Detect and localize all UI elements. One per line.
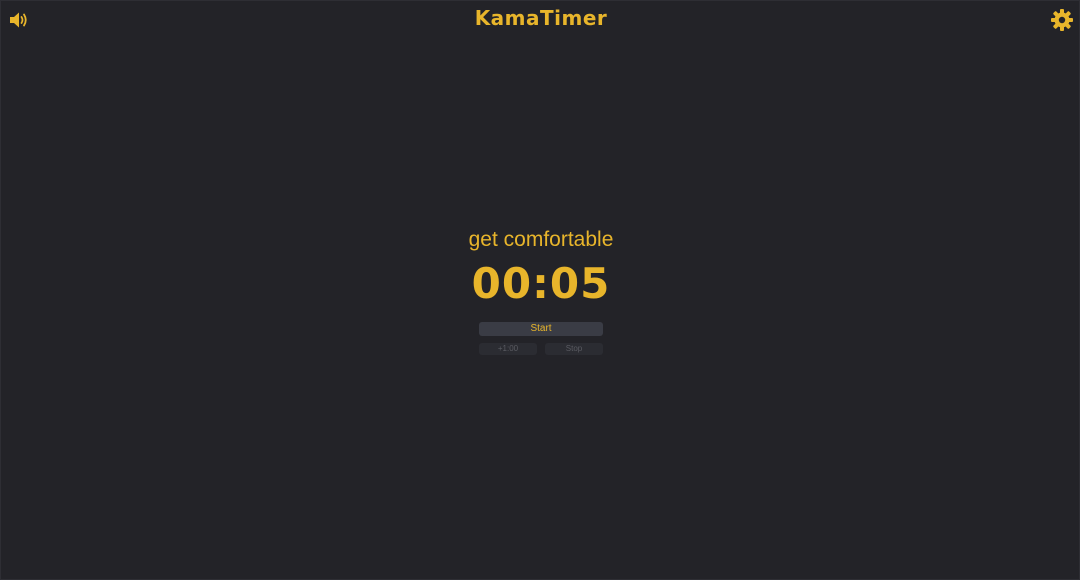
countdown-display: 00:05 (471, 259, 611, 308)
add-minute-button[interactable]: +1:00 (479, 343, 537, 355)
gear-icon (1051, 9, 1073, 31)
header: KamaTimer (1, 1, 1080, 39)
settings-button[interactable] (1050, 8, 1074, 32)
stop-button[interactable]: Stop (545, 343, 603, 355)
step-label: get comfortable (468, 228, 614, 251)
app-logo: KamaTimer (474, 6, 608, 30)
start-button[interactable]: Start (479, 322, 603, 336)
app-window: KamaTimer get comfortable 00:05 Start +1… (0, 0, 1080, 580)
